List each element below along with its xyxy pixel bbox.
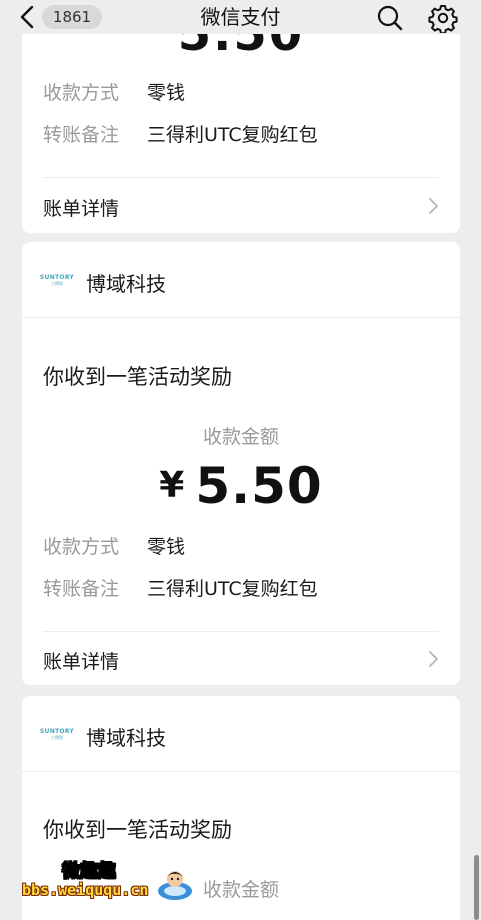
settings-button[interactable] [428, 3, 458, 35]
amount-value: 5.50 [195, 457, 323, 515]
transfer-note-label: 转账备注 [43, 578, 120, 600]
divider [22, 317, 460, 318]
amount-label: 收款金额 [202, 426, 279, 448]
currency-symbol: ¥ [159, 465, 186, 506]
gear-icon [428, 5, 458, 35]
chevron-right-icon [429, 198, 438, 214]
merchant-logo: SUNTORY 三得利 [39, 273, 75, 286]
notice-text: 你收到一笔活动奖励 [43, 365, 232, 389]
merchant-name: 博域科技 [86, 272, 166, 296]
transfer-note-value: 三得利UTC复购红包 [147, 578, 318, 600]
payment-card: 5.50 收款方式 零钱 转账备注 三得利UTC复购红包 账单详情 [22, 28, 460, 233]
divider [22, 771, 460, 772]
scrollbar[interactable] [474, 855, 479, 920]
payment-method-value: 零钱 [147, 82, 186, 104]
search-icon [377, 5, 403, 31]
merchant-name: 博域科技 [86, 726, 166, 750]
transfer-note-value: 三得利UTC复购红包 [147, 124, 318, 146]
bill-details-label: 账单详情 [43, 198, 120, 220]
amount-display: ¥5.50 [22, 457, 460, 515]
page-title: 微信支付 [200, 5, 281, 29]
nav-bar: 1861 微信支付 [0, 0, 481, 35]
chevron-right-icon [429, 651, 438, 667]
merchant-logo: SUNTORY 三得利 [39, 727, 75, 740]
bill-details-label: 账单详情 [43, 651, 120, 673]
search-button[interactable] [376, 4, 404, 32]
divider [43, 631, 439, 632]
notice-text: 你收到一笔活动奖励 [43, 818, 232, 842]
divider [43, 177, 439, 178]
payment-method-label: 收款方式 [43, 82, 120, 104]
payment-card: SUNTORY 三得利 博域科技 你收到一笔活动奖励 收款金额 ¥5.50 收款… [22, 242, 460, 685]
amount-label: 收款金额 [202, 879, 279, 901]
transfer-note-label: 转账备注 [43, 124, 120, 146]
payment-method-label: 收款方式 [43, 536, 120, 558]
payment-card: SUNTORY 三得利 博域科技 你收到一笔活动奖励 收款金额 [22, 696, 460, 920]
payment-method-value: 零钱 [147, 536, 186, 558]
